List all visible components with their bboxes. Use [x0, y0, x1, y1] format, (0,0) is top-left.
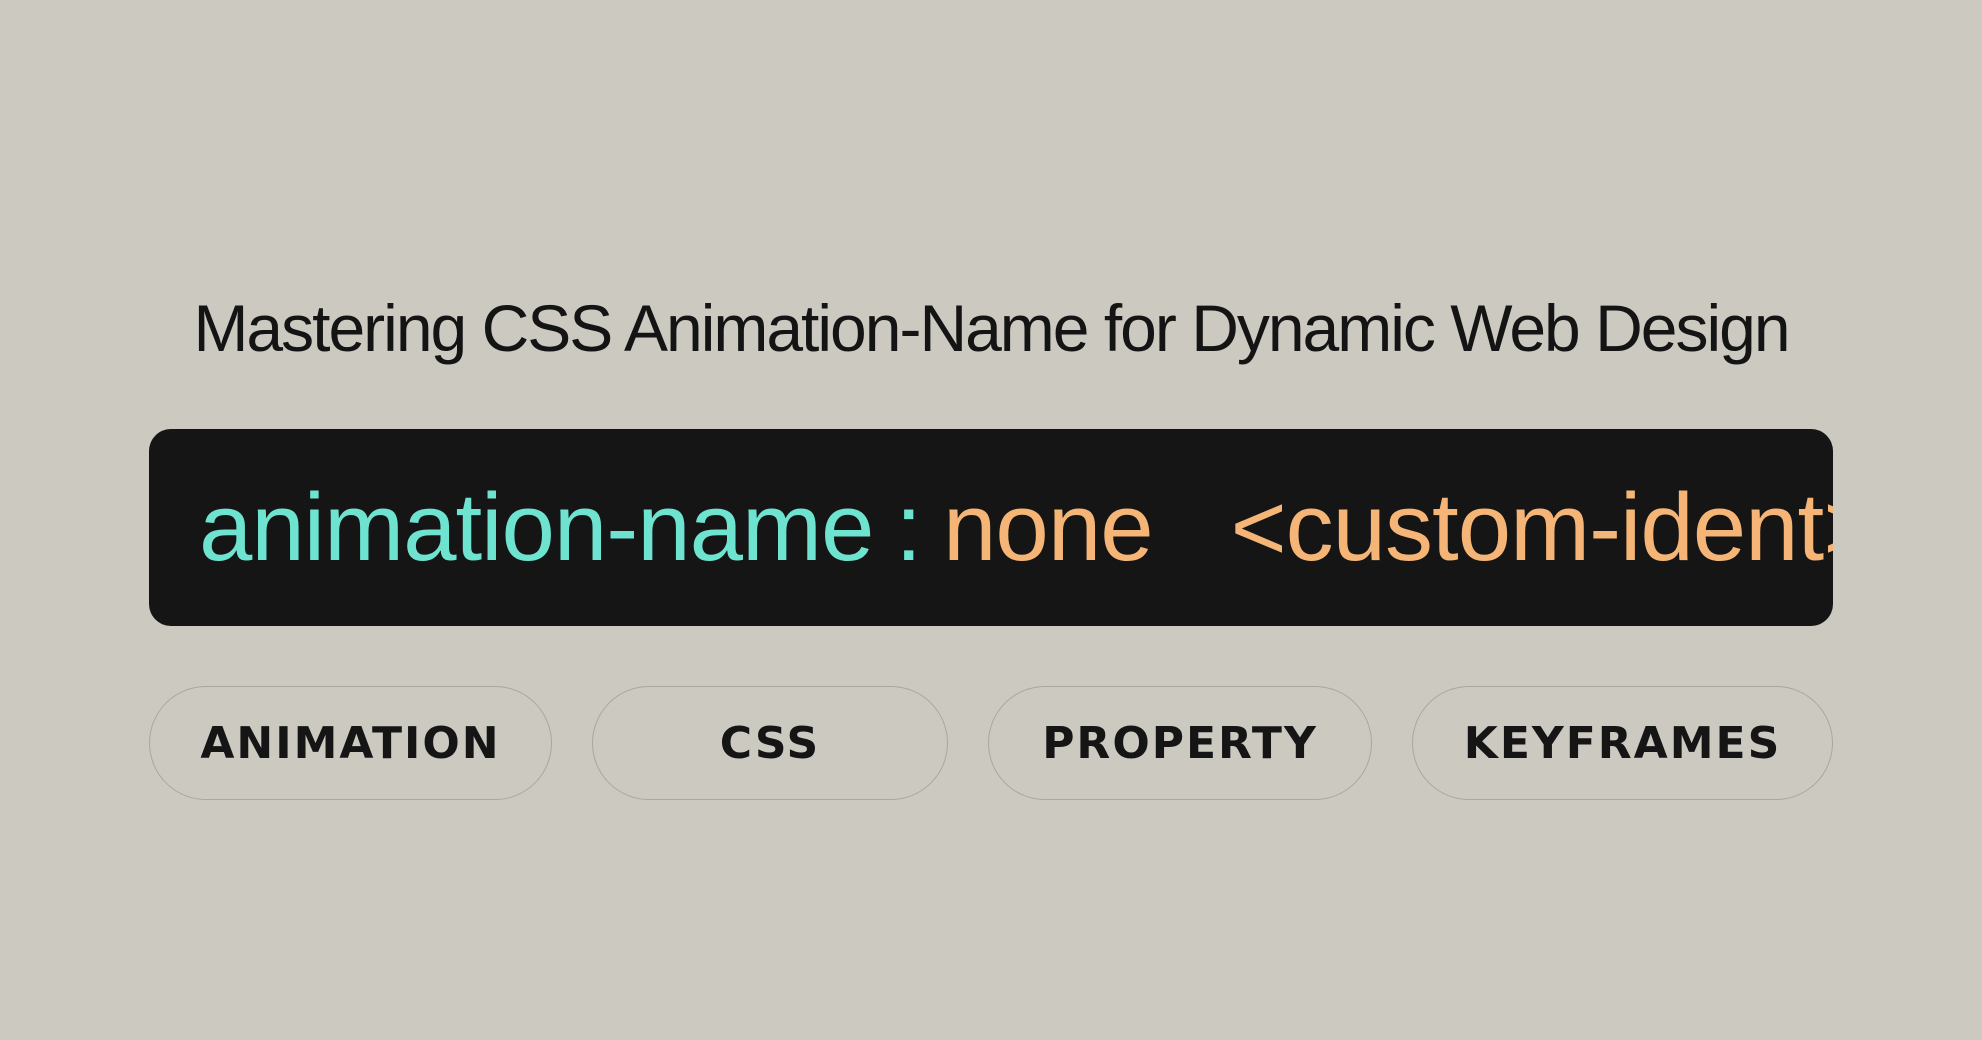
tag-css[interactable]: CSS — [592, 686, 948, 800]
code-property: animation-name — [199, 473, 874, 581]
tag-animation[interactable]: ANIMATION — [149, 686, 552, 800]
code-value-none: none — [943, 473, 1154, 581]
tag-property[interactable]: PROPERTY — [988, 686, 1372, 800]
code-colon: : — [895, 473, 922, 581]
tag-list: ANIMATION CSS PROPERTY KEYFRAMES — [149, 686, 1833, 802]
tag-keyframes[interactable]: KEYFRAMES — [1412, 686, 1833, 800]
code-value-custom-ident: <custom-ident> — [1230, 473, 1833, 581]
page-title: Mastering CSS Animation-Name for Dynamic… — [193, 291, 1790, 365]
code-block: animation-name : none <custom-ident> — [149, 429, 1833, 626]
